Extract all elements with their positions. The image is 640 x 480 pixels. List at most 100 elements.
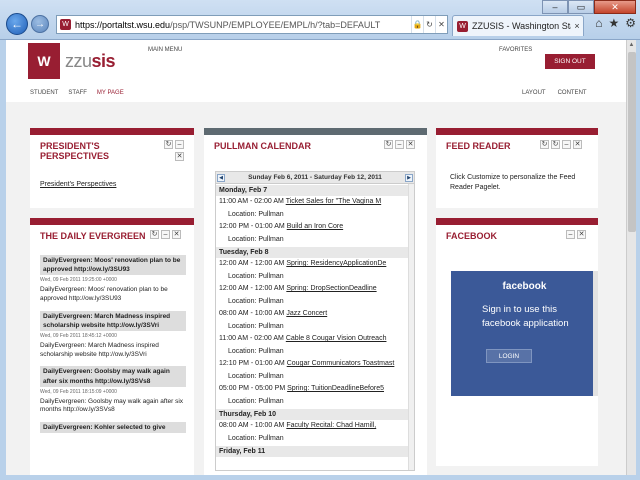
maximize-button[interactable]: ▭ [568,0,594,14]
headline-link[interactable]: DailyEvergreen: Goolsby may walk again a… [40,366,186,387]
customize-icon[interactable]: ↻ [540,140,549,149]
event-title-link[interactable]: Spring: ResidencyApplicationDe [286,260,386,267]
event-title-link[interactable]: Cable 8 Cougar Vision Outreach [286,335,387,342]
close-icon[interactable]: ✕ [577,230,586,239]
favorites-star-icon[interactable]: ★ [608,16,619,30]
layout-link[interactable]: LAYOUT [522,90,546,96]
refresh-icon[interactable]: ↻ [150,230,159,239]
event-time: 08:00 AM - 10:00 AM [219,422,285,429]
prev-week-button[interactable]: ◀ [217,173,225,182]
tab-title: ZZUSIS - Washington Stat... [472,21,571,31]
close-icon[interactable]: ✕ [573,140,582,149]
headline-link[interactable]: DailyEvergreen: March Madness inspired s… [40,310,186,331]
url-host: https://portaltst.wsu.edu [75,19,171,30]
window-controls: – ▭ ✕ [542,0,636,14]
scroll-up-icon[interactable]: ▲ [627,40,636,50]
top-nav: STUDENT STAFF MY PAGE [30,90,124,96]
settings-gear-icon[interactable]: ⚙ [625,16,636,30]
calendar-event: 11:00 AM - 02:00 AM Ticket Sales for "Th… [216,196,414,209]
event-location: Location: Pullman [228,322,284,330]
calendar-event-list: Monday, Feb 7 11:00 AM - 02:00 AM Ticket … [216,184,414,457]
event-time: 12:10 PM - 01:00 AM [219,360,285,367]
pagelet-controls: ↻ – [164,140,184,149]
close-icon[interactable]: ✕ [406,140,415,149]
item-body: DailyEvergreen: March Madness inspired s… [40,341,159,358]
nav-student[interactable]: STUDENT [30,90,58,96]
facebook-message: Sign in to use this facebook application [482,304,569,329]
facebook-login-panel: facebook Sign in to use this facebook ap… [451,271,598,396]
feed-reader-pagelet: FEED READER ↻ ↻ – ✕ Click Customize to p… [436,128,598,208]
list-item: DailyEvergreen: Moos' renovation plan to… [40,255,186,304]
browser-tab[interactable]: W ZZUSIS - Washington Stat... × [452,15,584,36]
pagelet-controls: – ✕ [566,230,586,239]
facebook-scrollbar[interactable] [593,271,598,396]
event-time: 05:00 PM - 05:00 PM [219,385,286,392]
event-title-link[interactable]: Jazz Concert [286,310,327,317]
close-window-button[interactable]: ✕ [594,0,636,14]
stop-icon[interactable]: ✕ [435,16,447,33]
scroll-thumb[interactable] [628,52,636,232]
event-location: Location: Pullman [228,347,284,355]
refresh-icon[interactable]: ↻ [384,140,393,149]
item-date: Wed, 09 Feb 2011 19:25:00 +0000 [40,277,117,284]
minimize-button[interactable]: – [542,0,568,14]
pagelet-title: FACEBOOK [446,231,498,241]
event-time: 12:00 AM - 12:00 AM [219,285,285,292]
close-icon[interactable]: ✕ [172,230,181,239]
event-title-link[interactable]: Cougar Communicators Toastmast [287,360,395,367]
headline-link[interactable]: DailyEvergreen: Kohler selected to give [40,422,186,434]
minimize-icon[interactable]: – [175,140,184,149]
content-link[interactable]: CONTENT [558,90,587,96]
calendar-scrollbar[interactable] [408,184,414,470]
wsu-logo-icon: W [28,43,60,79]
layout-nav: LAYOUT CONTENT [522,90,587,96]
next-week-button[interactable]: ▶ [405,173,413,182]
calendar-range: Sunday Feb 6, 2011 - Saturday Feb 12, 20… [248,174,382,181]
list-item: DailyEvergreen: March Madness inspired s… [40,310,186,360]
pullman-calendar-pagelet: PULLMAN CALENDAR ↻ – ✕ ◀ Sunday Feb 6, 2… [204,128,427,475]
event-title-link[interactable]: Faculty Recital: Chad Hamill, [286,422,376,429]
address-bar[interactable]: W https://portaltst.wsu.edu/psp/TWSUNP/E… [56,15,448,34]
calendar-day-header: Thursday, Feb 10 [216,408,414,420]
event-location: Location: Pullman [228,235,284,243]
calendar-day-header: Friday, Feb 11 [216,445,414,457]
minimize-icon[interactable]: – [566,230,575,239]
pagelet-title: PULLMAN CALENDAR [214,141,311,151]
calendar-event: 12:00 AM - 12:00 AM Spring: ResidencyApp… [216,258,414,271]
minimize-icon[interactable]: – [562,140,571,149]
refresh-icon[interactable]: ↻ [164,140,173,149]
close-icon[interactable]: ✕ [175,152,184,161]
list-item: DailyEvergreen: Goolsby may walk again a… [40,366,186,415]
minimize-icon[interactable]: – [161,230,170,239]
back-button[interactable]: ← [6,13,28,35]
event-title-link[interactable]: Ticket Sales for "The Vagina M [286,198,381,205]
pagelet-title: PRESIDENT'S PERSPECTIVES [40,141,109,162]
minimize-icon[interactable]: – [395,140,404,149]
headline-link[interactable]: DailyEvergreen: Moos' renovation plan to… [40,255,186,276]
url-path: /psp/TWSUNP/EMPLOYEE/EMPL/h/?tab=DEFAULT [170,19,381,30]
event-title-link[interactable]: Build an Iron Core [287,223,343,230]
sign-out-button[interactable]: SIGN OUT [545,54,595,69]
home-icon[interactable]: ⌂ [595,16,602,30]
url-text[interactable]: https://portaltst.wsu.edu/psp/TWSUNP/EMP… [75,20,411,30]
forward-button[interactable]: → [31,15,49,33]
main-menu-link[interactable]: MAIN MENU [148,47,182,53]
facebook-login-button[interactable]: LOGIN [486,349,532,363]
calendar-day-header: Tuesday, Feb 8 [216,246,414,258]
presidents-perspectives-link[interactable]: President's Perspectives [40,181,116,188]
lock-icon[interactable]: 🔒 [411,16,423,33]
event-title-link[interactable]: Spring: TuitionDeadlineBefore5 [287,385,384,392]
event-location: Location: Pullman [228,297,284,305]
calendar-event: 05:00 PM - 05:00 PM Spring: TuitionDeadl… [216,383,414,396]
event-title-link[interactable]: Spring: DropSectionDeadline [286,285,376,292]
refresh-icon[interactable]: ↻ [423,16,435,33]
favorites-link[interactable]: FAVORITES [499,47,532,53]
nav-staff[interactable]: STAFF [68,90,87,96]
tab-close-icon[interactable]: × [571,21,583,31]
nav-my-page[interactable]: MY PAGE [97,90,124,96]
event-location: Location: Pullman [228,372,284,380]
refresh-icon[interactable]: ↻ [551,140,560,149]
event-location: Location: Pullman [228,210,284,218]
zzusis-logo[interactable]: W zzusis [28,43,143,79]
page-scrollbar[interactable]: ▲ [626,40,636,475]
